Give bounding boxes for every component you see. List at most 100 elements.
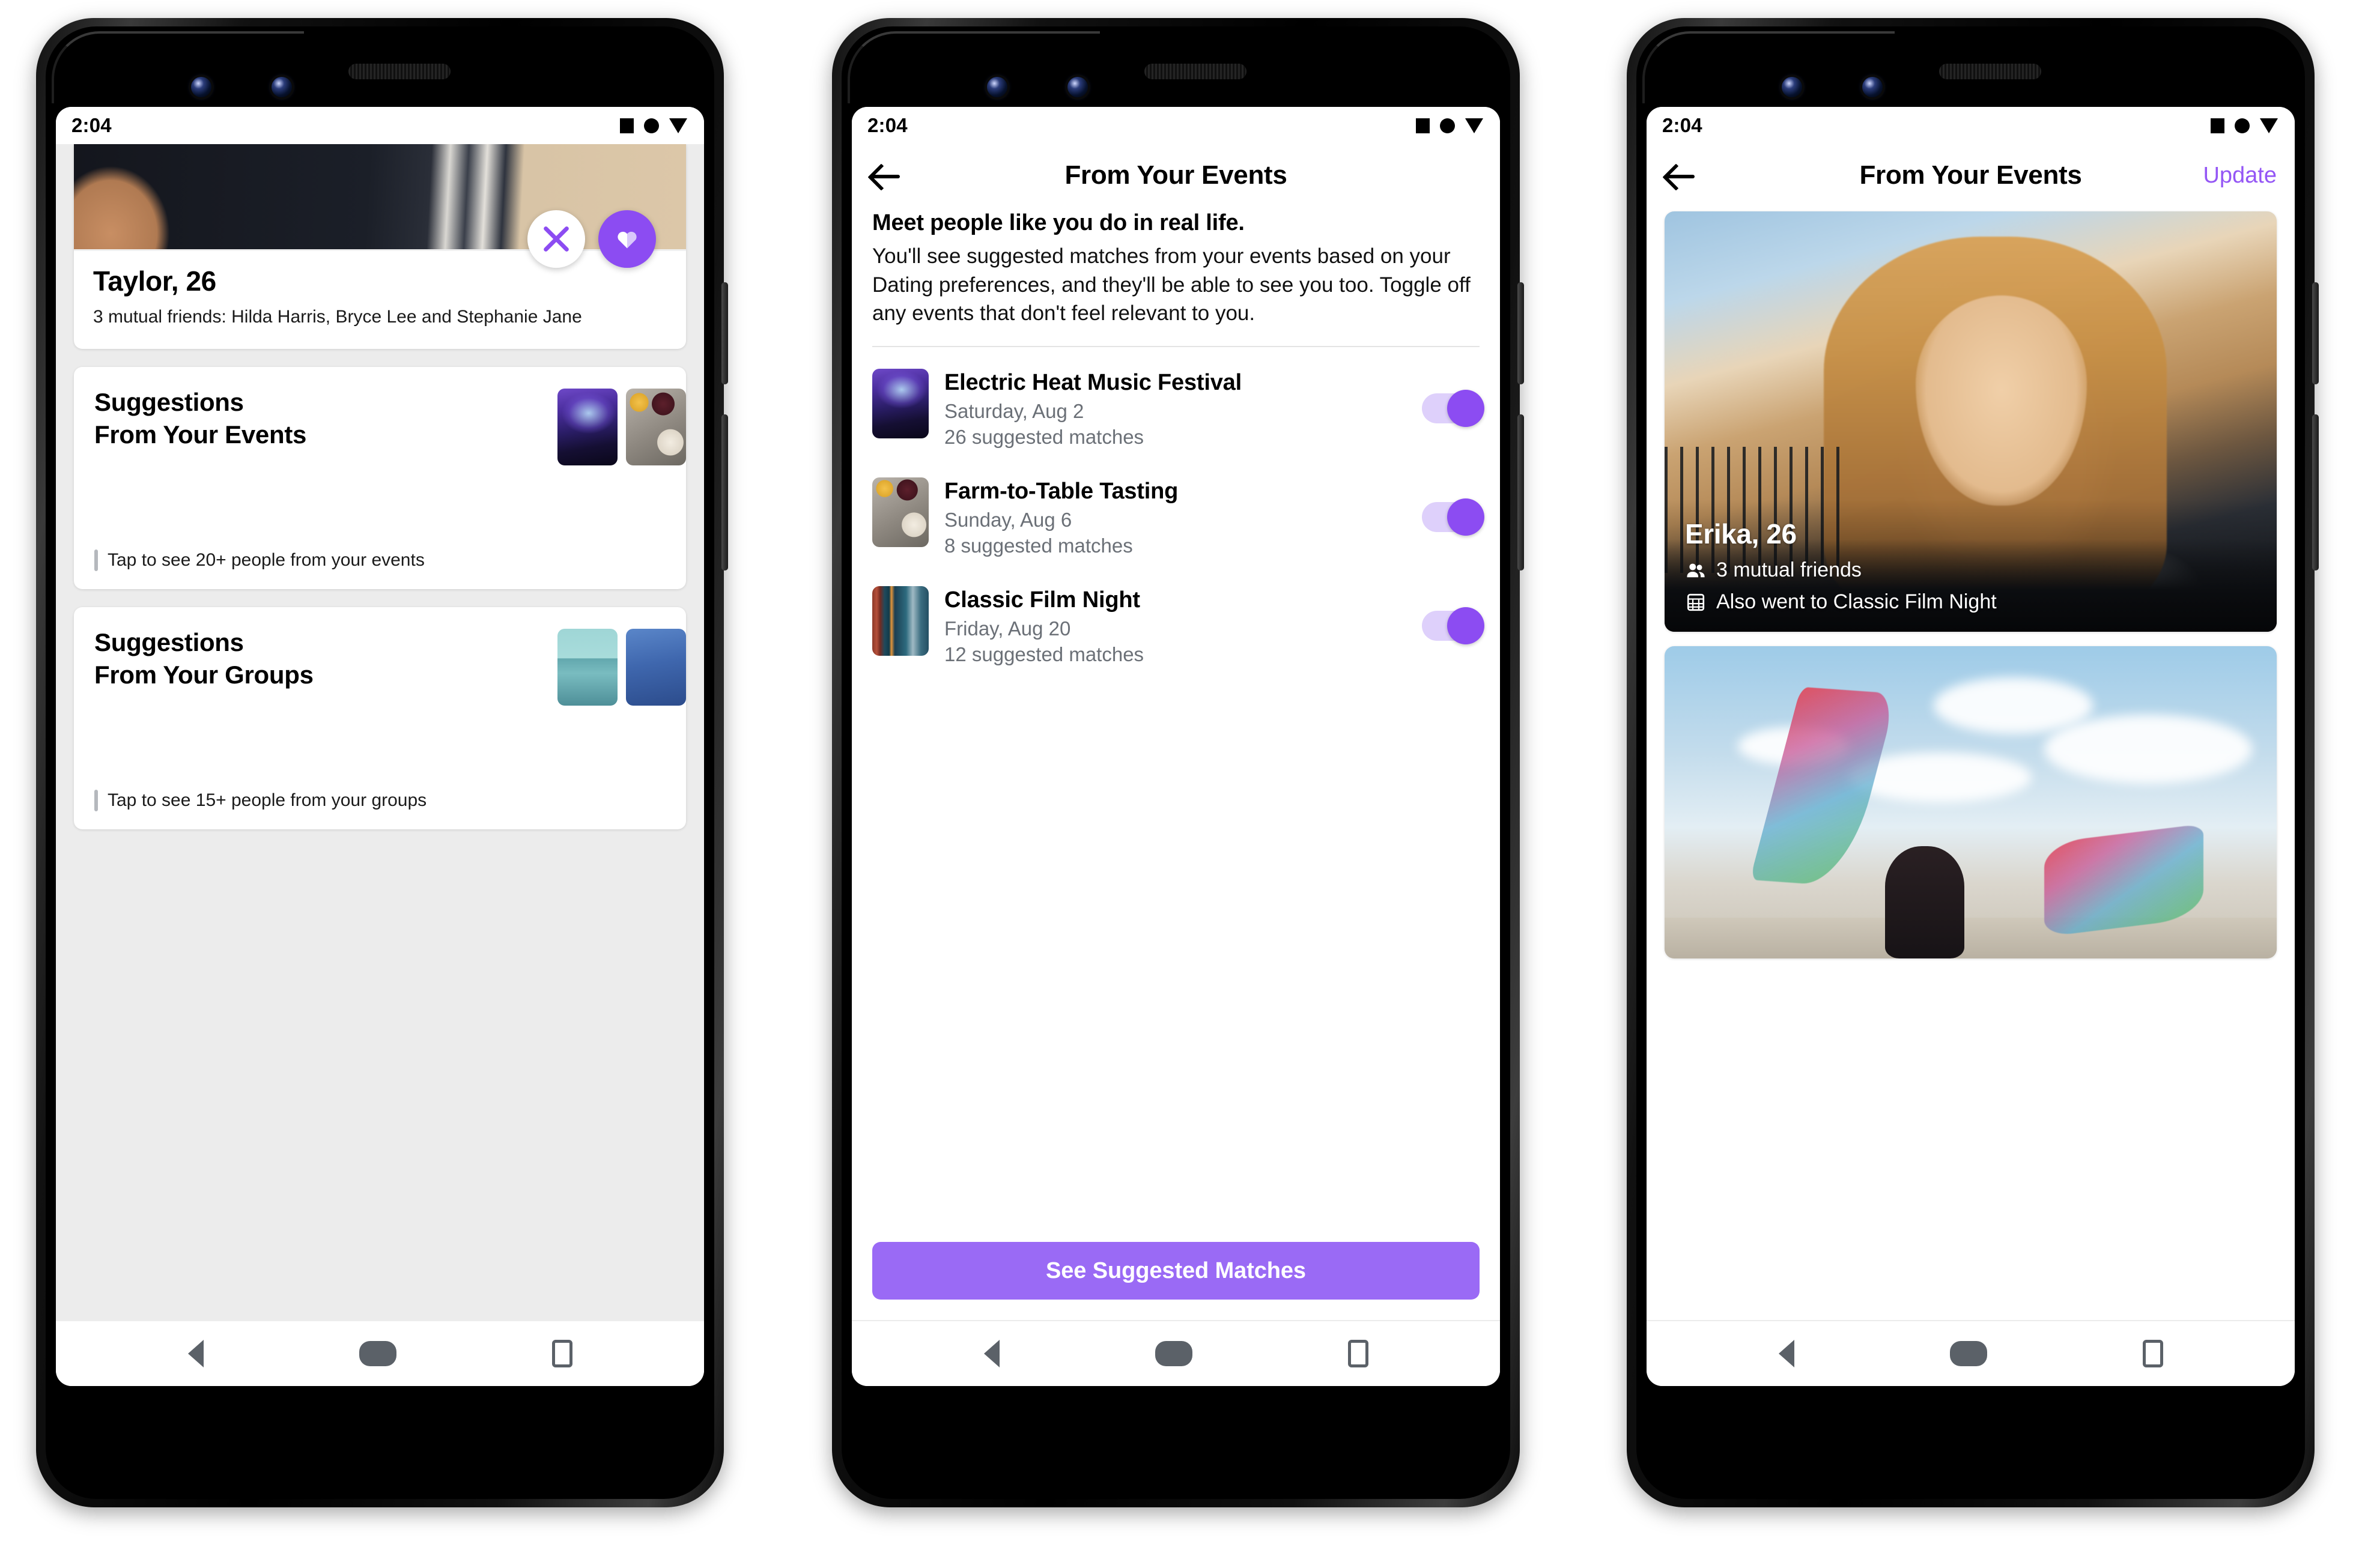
recents-square-icon[interactable]	[1347, 1340, 1368, 1367]
phone-2-screen: 2:04 From Your Events Meet people like y…	[852, 107, 1500, 1386]
dating-feed[interactable]: Taylor, 26 3 mutual friends: Hilda Harri…	[56, 144, 704, 1320]
back-triangle-icon[interactable]	[983, 1340, 1000, 1367]
volume-button[interactable]	[2312, 414, 2319, 571]
android-nav-bar	[1647, 1320, 2295, 1386]
match-card-list[interactable]: Erika, 26 3 mutual friends Also went to …	[1647, 207, 2295, 1320]
cinema-thumbnail	[872, 586, 929, 656]
phone-2-app-body: From Your Events Meet people like you do…	[852, 144, 1500, 1320]
photo-detail-horizon	[1665, 918, 2277, 958]
event-toggle[interactable]	[1422, 607, 1484, 645]
from-your-events-settings: From Your Events Meet people like you do…	[852, 144, 1500, 1320]
app-top-bar: From Your Events	[852, 144, 1500, 207]
match-event-attended: Also went to Classic Film Night	[1716, 590, 1997, 613]
profile-card-taylor[interactable]: Taylor, 26 3 mutual friends: Hilda Harri…	[74, 144, 686, 350]
recents-square-icon[interactable]	[2142, 1340, 2163, 1367]
suggestions-from-groups-card[interactable]: Suggestions From Your Groups Tap to see …	[74, 607, 686, 830]
front-camera-icon	[1782, 77, 1802, 97]
event-match-count: 26 suggested matches	[944, 425, 1144, 448]
volume-button[interactable]	[1517, 414, 1524, 571]
power-button[interactable]	[1517, 282, 1524, 384]
accent-bar	[94, 549, 98, 572]
pass-x-icon	[542, 225, 570, 253]
event-title: Classic Film Night	[944, 587, 1140, 613]
profile-photo-desert-dancer	[1665, 646, 2277, 958]
suggestions-groups-tap-row[interactable]: Tap to see 15+ people from your groups	[74, 790, 686, 829]
like-heart-icon	[618, 231, 637, 249]
square-icon	[1416, 118, 1430, 133]
triangle-down-icon	[1465, 118, 1483, 133]
volume-button[interactable]	[721, 414, 728, 571]
intro-section: Meet people like you do in real life. Yo…	[852, 207, 1500, 328]
earpiece-speaker	[1144, 64, 1246, 79]
food-thumbnail	[872, 477, 929, 547]
accent-bar	[94, 790, 98, 812]
match-detail-row: Also went to Classic Film Night	[1685, 590, 2256, 614]
toggle-knob	[1447, 498, 1484, 536]
cta-container: See Suggested Matches	[852, 1242, 1500, 1320]
intro-body: You'll see suggested matches from your e…	[872, 244, 1471, 325]
event-row[interactable]: Electric Heat Music Festival Saturday, A…	[872, 353, 1484, 462]
home-pill-icon[interactable]	[359, 1341, 396, 1366]
update-button[interactable]: Update	[2203, 163, 2277, 189]
back-arrow-icon[interactable]	[870, 159, 902, 192]
home-pill-icon[interactable]	[1949, 1341, 1987, 1366]
match-card-erika[interactable]: Erika, 26 3 mutual friends Also went to …	[1665, 211, 2277, 632]
event-toggle[interactable]	[1422, 390, 1484, 428]
event-title: Electric Heat Music Festival	[944, 369, 1242, 395]
triangle-down-icon	[669, 118, 687, 133]
phone-1-app-body: Taylor, 26 3 mutual friends: Hilda Harri…	[56, 144, 704, 1320]
back-triangle-icon[interactable]	[1778, 1340, 1794, 1367]
status-icons	[620, 118, 687, 133]
event-row[interactable]: Classic Film Night Friday, Aug 20 12 sug…	[872, 571, 1484, 679]
status-icons	[1416, 118, 1483, 133]
event-match-count: 12 suggested matches	[944, 643, 1144, 665]
suggestions-groups-top: Suggestions From Your Groups	[74, 607, 686, 790]
front-camera-secondary-icon	[272, 77, 292, 97]
photo-detail-dancer	[1884, 846, 1965, 958]
square-icon	[620, 118, 634, 133]
circle-icon	[1440, 118, 1455, 133]
suggestions-events-top: Suggestions From Your Events	[74, 367, 686, 549]
glass-building-thumbnail	[557, 629, 618, 706]
photo-detail-cloud	[1934, 677, 2093, 734]
suggestions-events-thumbnails	[557, 389, 686, 466]
status-bar: 2:04	[56, 107, 704, 144]
front-camera-icon	[987, 77, 1007, 97]
phone-device-3: 2:04 From Your Events Update Erika, 26 3…	[1627, 18, 2319, 1507]
event-list: Electric Heat Music Festival Saturday, A…	[852, 347, 1500, 679]
back-arrow-icon[interactable]	[1665, 159, 1697, 192]
screenshot-stage: 2:04 Taylor, 26 3 mutual friends: Hilda …	[0, 0, 2356, 1568]
suggestions-events-tap-row[interactable]: Tap to see 20+ people from your events	[74, 549, 686, 589]
suggestions-from-events-card[interactable]: Suggestions From Your Events Tap to see …	[74, 367, 686, 590]
event-text-block: Farm-to-Table Tasting Sunday, Aug 6 8 su…	[929, 477, 1412, 557]
status-clock: 2:04	[867, 114, 908, 136]
event-text-block: Classic Film Night Friday, Aug 20 12 sug…	[929, 586, 1412, 666]
home-pill-icon[interactable]	[1155, 1341, 1192, 1366]
match-card-next[interactable]	[1665, 646, 2277, 958]
concert-thumbnail	[557, 389, 618, 466]
calendar-icon	[1687, 593, 1705, 611]
match-mutual-friends: 3 mutual friends	[1716, 558, 1862, 581]
status-clock: 2:04	[71, 114, 112, 136]
recents-square-icon[interactable]	[551, 1340, 572, 1367]
back-triangle-icon[interactable]	[187, 1340, 204, 1367]
page-title: From Your Events	[1064, 160, 1287, 190]
phone-3-app-body: From Your Events Update Erika, 26 3 mutu…	[1647, 144, 2295, 1320]
power-button[interactable]	[721, 282, 728, 384]
photo-detail-cloud	[2044, 715, 2253, 784]
toggle-knob	[1447, 607, 1484, 645]
status-bar: 2:04	[1647, 107, 2295, 144]
phone-3-screen: 2:04 From Your Events Update Erika, 26 3…	[1647, 107, 2295, 1386]
like-button[interactable]	[598, 210, 656, 268]
event-title: Farm-to-Table Tasting	[944, 478, 1179, 504]
friends-icon	[1687, 563, 1705, 577]
event-toggle[interactable]	[1422, 498, 1484, 536]
phone-device-2: 2:04 From Your Events Meet people like y…	[832, 18, 1524, 1507]
android-nav-bar	[56, 1320, 704, 1386]
power-button[interactable]	[2312, 282, 2319, 384]
event-row[interactable]: Farm-to-Table Tasting Sunday, Aug 6 8 su…	[872, 462, 1484, 571]
event-text-block: Electric Heat Music Festival Saturday, A…	[929, 369, 1412, 449]
suggestions-groups-tap-text: Tap to see 15+ people from your groups	[108, 790, 427, 811]
see-suggested-matches-button[interactable]: See Suggested Matches	[872, 1242, 1480, 1300]
pass-button[interactable]	[527, 210, 585, 268]
